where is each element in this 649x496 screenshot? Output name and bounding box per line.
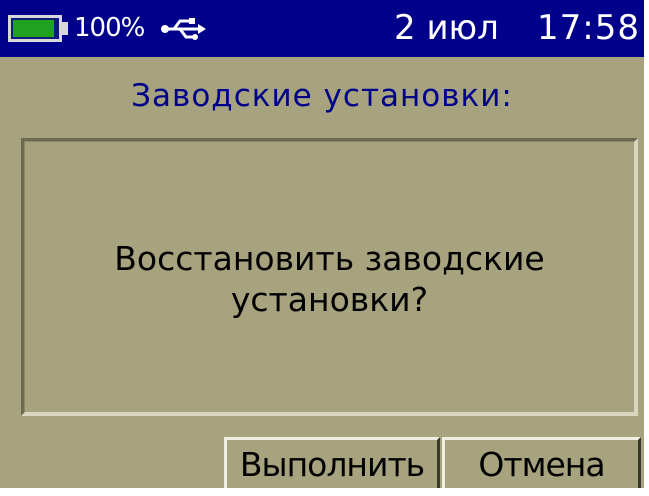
confirm-dialog: Восстановить заводские установки?	[21, 138, 638, 416]
dialog-message-line2: установки?	[230, 280, 429, 319]
battery-percent: 100%	[74, 13, 145, 43]
usb-icon	[161, 18, 206, 40]
screen-title: Заводские установки:	[131, 78, 513, 114]
status-bar: 100% 2 июл 17:58	[0, 0, 644, 57]
battery-tip	[61, 22, 68, 35]
dialog-message-line1: Восстановить заводские	[114, 239, 545, 278]
battery-icon	[8, 15, 62, 42]
battery-fill	[13, 20, 54, 37]
status-date: 2 июл	[394, 8, 499, 48]
dialog-message: Восстановить заводские установки?	[114, 238, 544, 320]
device-screen: 100% 2 июл 17:58 Заводские установки: Во…	[0, 0, 644, 488]
execute-button[interactable]: Выполнить	[224, 437, 440, 488]
cancel-button[interactable]: Отмена	[442, 437, 641, 488]
status-time: 17:58	[537, 8, 640, 48]
